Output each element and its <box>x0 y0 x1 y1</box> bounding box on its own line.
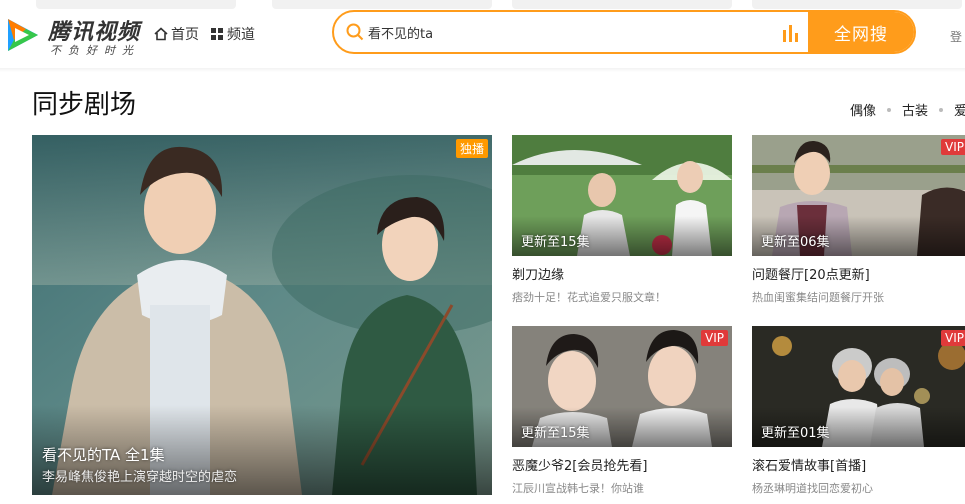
show-card[interactable]: VIP 更新至01集 滚石爱情故事[首播] 杨丞琳明道找回恋爱初心 <box>752 326 965 501</box>
show-title[interactable]: 滚石爱情故事[首播] <box>752 455 866 474</box>
logo-slogan: 不负好时光 <box>50 44 140 57</box>
show-title[interactable]: 问题餐厅[20点更新] <box>752 264 870 283</box>
search-button[interactable]: 全网搜 <box>808 12 914 52</box>
vip-badge: VIP <box>941 139 965 155</box>
category-tags: 偶像 古装 爱 <box>850 100 965 119</box>
tag-love[interactable]: 爱 <box>954 100 965 119</box>
tag-separator <box>939 107 944 112</box>
nav-home[interactable]: 首页 <box>154 24 199 44</box>
show-desc: 痞劲十足！花式追爱只服文章！ <box>512 291 666 304</box>
top-strip <box>0 0 965 10</box>
vip-badge: VIP <box>701 330 728 346</box>
nav-channel[interactable]: 频道 <box>211 24 255 44</box>
search-box: 全网搜 <box>332 10 916 54</box>
vip-badge: VIP <box>941 330 965 346</box>
show-desc: 江辰川宣战韩七录！你站谁 <box>512 482 644 495</box>
search-icon <box>346 23 364 41</box>
tencent-video-logo[interactable]: 腾讯视频 不负好时光 <box>4 12 144 60</box>
show-desc: 热血闺蜜集结问题餐厅开张 <box>752 291 884 304</box>
exclusive-badge: 独播 <box>455 139 488 158</box>
top-header: 腾讯视频 不负好时光 首页 频道 全网搜 登 <box>0 0 965 72</box>
search-input[interactable] <box>368 12 768 52</box>
featured-subtitle: 李易峰焦俊艳上演穿越时空的虐恋 <box>42 470 238 485</box>
show-card[interactable]: VIP 更新至06集 问题餐厅[20点更新] 热血闺蜜集结问题餐厅开张 <box>752 135 965 310</box>
featured-title: 看不见的TA 全1集 <box>42 446 165 464</box>
login-link[interactable]: 登 <box>950 28 962 45</box>
header-divider <box>0 68 965 72</box>
featured-show-card[interactable]: 独播 看不见的TA 全1集 李易峰焦俊艳上演穿越时空的虐恋 <box>32 135 492 495</box>
section-title: 同步剧场 <box>32 90 137 120</box>
hot-bars-icon[interactable] <box>782 24 800 42</box>
tag-idol[interactable]: 偶像 <box>850 100 876 119</box>
show-desc: 杨丞琳明道找回恋爱初心 <box>752 482 873 495</box>
show-card[interactable]: 更新至15集 剃刀边缘 痞劲十足！花式追爱只服文章！ <box>512 135 732 310</box>
play-logo-icon <box>8 19 38 51</box>
tag-costume[interactable]: 古装 <box>902 100 928 119</box>
home-icon <box>154 27 168 41</box>
grid-icon <box>211 27 223 40</box>
nav-channel-label: 频道 <box>227 27 255 43</box>
show-title[interactable]: 剃刀边缘 <box>512 264 564 283</box>
show-title[interactable]: 恶魔少爷2[会员抢先看] <box>512 455 647 474</box>
nav-home-label: 首页 <box>171 27 199 43</box>
show-card[interactable]: VIP 更新至15集 恶魔少爷2[会员抢先看] 江辰川宣战韩七录！你站谁 <box>512 326 732 501</box>
tag-separator <box>887 107 892 112</box>
